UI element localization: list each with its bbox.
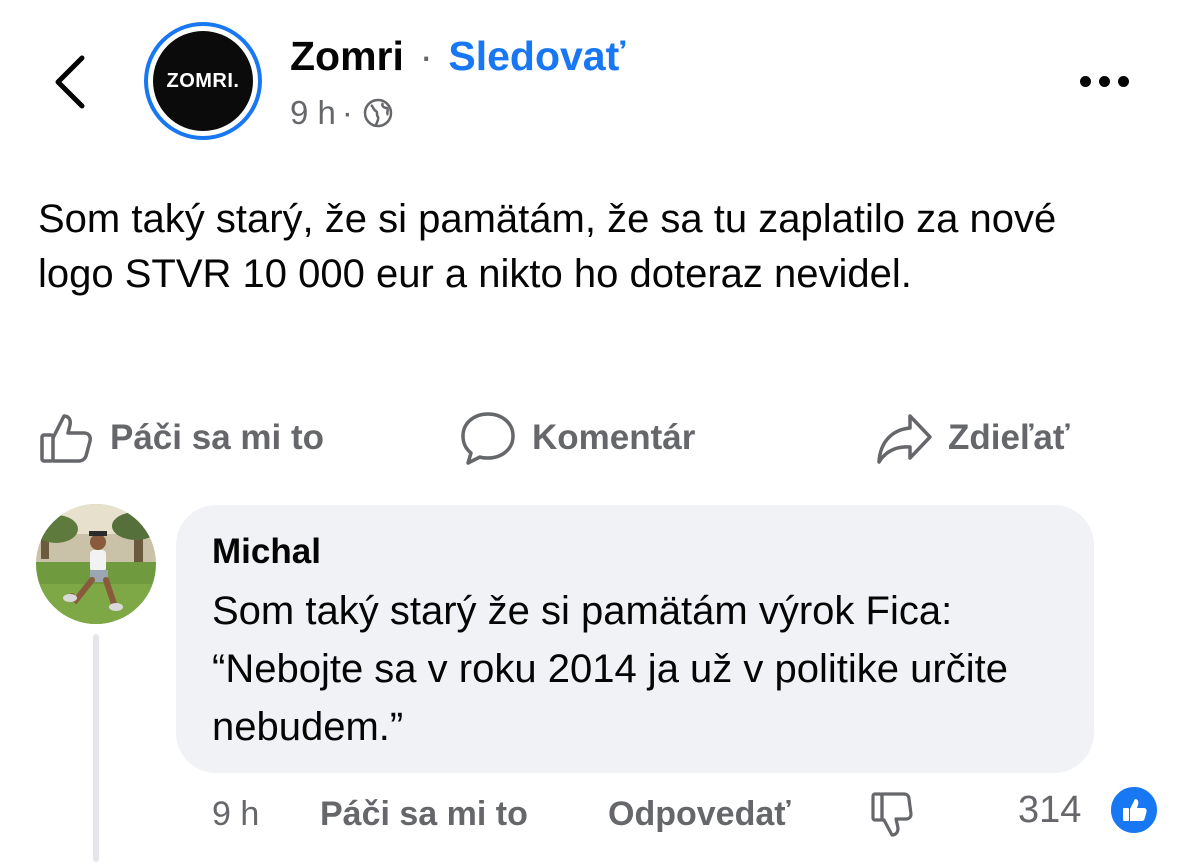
post-header: Zomri · Sledovať <box>290 30 625 82</box>
commenter-avatar[interactable] <box>36 504 156 624</box>
meta-separator: · <box>341 94 353 131</box>
comment-button[interactable]: Komentár <box>458 410 695 466</box>
thumbs-up-icon <box>40 414 92 463</box>
comment-text: Som taký starý že si pamätám výrok Fica:… <box>212 589 1008 749</box>
comment-time[interactable]: 9 h <box>212 790 259 838</box>
page-name[interactable]: Zomri <box>290 33 404 79</box>
follow-button[interactable]: Sledovať <box>448 33 625 79</box>
page-logo: ZOMRI. <box>153 31 253 131</box>
like-button[interactable]: Páči sa mi to <box>36 410 324 466</box>
thumbs-down-icon <box>871 792 913 837</box>
share-label: Zdieľať <box>948 418 1070 457</box>
post-meta: 9 h · <box>290 92 393 134</box>
comment-author[interactable]: Michal <box>212 530 321 574</box>
like-reaction-icon <box>1123 799 1147 821</box>
thread-line <box>93 634 99 862</box>
dislike-button[interactable] <box>868 790 916 838</box>
post-time[interactable]: 9 h <box>290 92 336 134</box>
more-options-button[interactable] <box>1080 70 1140 92</box>
reaction-count[interactable]: 314 <box>1018 786 1081 834</box>
chevron-left-icon <box>55 55 85 109</box>
share-arrow-icon <box>877 414 932 464</box>
more-dot-icon <box>1080 75 1091 87</box>
avatar-ring: ZOMRI. <box>148 26 258 136</box>
header-separator: · <box>419 33 433 79</box>
post-text: Som taký starý, že si pamätám, že sa tu … <box>38 197 1057 296</box>
comment-bubble-icon <box>461 412 515 465</box>
page-avatar[interactable]: ZOMRI. <box>144 22 262 140</box>
like-reaction-badge <box>1108 784 1160 836</box>
commenter-photo <box>36 504 156 624</box>
back-button[interactable] <box>48 52 92 112</box>
comment-like-button[interactable]: Páči sa mi to <box>320 790 528 838</box>
comment-label: Komentár <box>532 418 696 457</box>
share-button[interactable]: Zdieľať <box>874 410 1070 466</box>
more-dot-icon <box>1099 75 1110 87</box>
more-dot-icon <box>1118 75 1129 87</box>
globe-icon <box>363 98 393 128</box>
like-label: Páči sa mi to <box>110 418 324 457</box>
comment-reply-button[interactable]: Odpovedať <box>608 790 791 838</box>
